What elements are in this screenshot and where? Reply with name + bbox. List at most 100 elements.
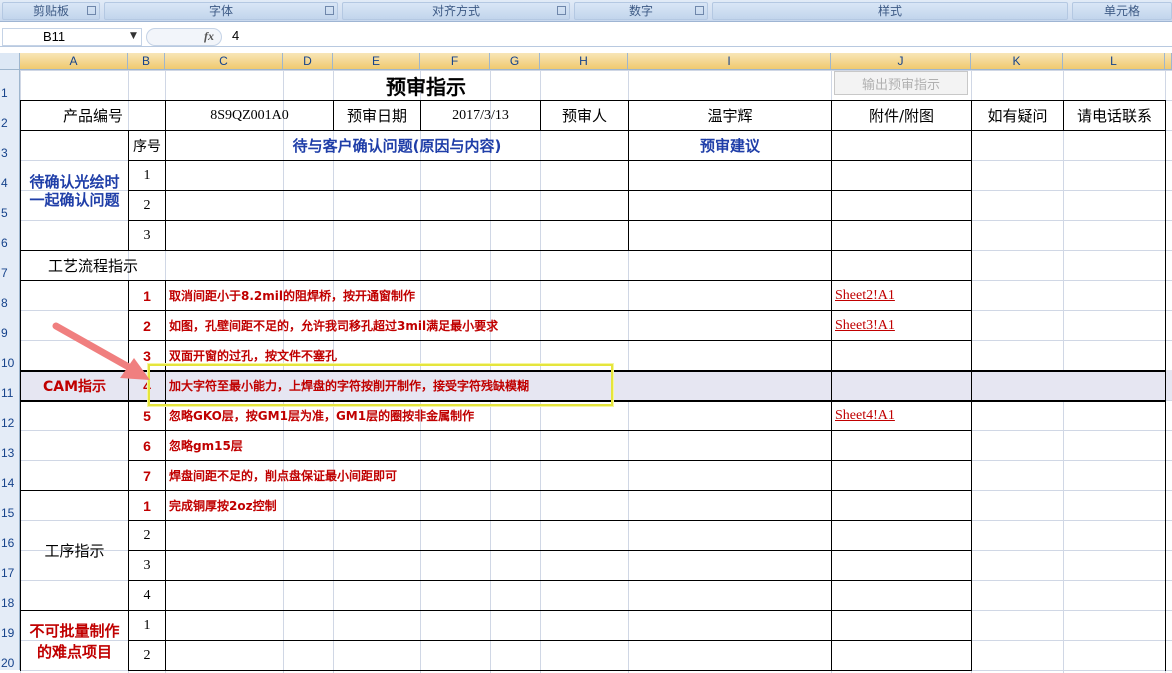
process-item-number[interactable]: 1: [129, 491, 165, 520]
cell-border: [20, 250, 972, 251]
attachment-label[interactable]: 附件/附图: [832, 101, 971, 130]
difficult-row-number[interactable]: 2: [129, 641, 165, 670]
process-flow-label[interactable]: 工艺流程指示: [21, 251, 165, 280]
row-header[interactable]: 14: [0, 460, 20, 490]
row-header[interactable]: 5: [0, 190, 20, 220]
column-header-k[interactable]: K: [971, 53, 1063, 70]
row-header[interactable]: 3: [0, 130, 20, 160]
reviewer-label[interactable]: 预审人: [541, 101, 628, 130]
cell-border: [333, 100, 334, 131]
process-instruction-label[interactable]: 工序指示: [21, 491, 128, 610]
row-header[interactable]: 15: [0, 490, 20, 520]
cell-border: [20, 490, 972, 491]
cell-border: [831, 280, 832, 671]
output-review-button[interactable]: 输出预审指示: [834, 71, 968, 95]
difficult-row-number[interactable]: 1: [129, 611, 165, 640]
attachment-label-text: 附件/附图: [868, 107, 935, 125]
ribbon-group-number[interactable]: 数字: [574, 2, 708, 20]
product-no-label[interactable]: 产品编号: [21, 101, 165, 130]
product-no-value[interactable]: 8S9QZ001A0: [166, 101, 333, 130]
column-header-g[interactable]: G: [490, 53, 540, 70]
name-box[interactable]: B11: [2, 28, 142, 46]
difficult-items-label[interactable]: 不可批量制作的难点项目: [21, 611, 128, 670]
cam-item-text[interactable]: 忽略gm15层: [166, 431, 831, 460]
row-header[interactable]: 7: [0, 250, 20, 280]
row-header[interactable]: 20: [0, 640, 20, 670]
row-header[interactable]: 8: [0, 280, 20, 310]
process-item-number-text: 4: [143, 587, 151, 603]
column-header-f[interactable]: F: [420, 53, 490, 70]
ribbon-group-font[interactable]: 字体: [104, 2, 338, 20]
row-header[interactable]: 17: [0, 550, 20, 580]
cell-border: [971, 100, 972, 131]
column-header-i[interactable]: I: [628, 53, 831, 70]
dialog-launcher-icon[interactable]: [695, 6, 704, 15]
row-header[interactable]: 19: [0, 610, 20, 640]
pending-section-label[interactable]: 待确认光绘时一起确认问题: [21, 131, 128, 250]
cell-border: [128, 190, 972, 191]
dialog-launcher-icon[interactable]: [87, 6, 96, 15]
dialog-launcher-icon[interactable]: [325, 6, 334, 15]
contact-call-cell[interactable]: 请电话联系: [1064, 101, 1165, 130]
process-instruction-label-text: 工序指示: [44, 542, 105, 560]
cam-item-number[interactable]: 7: [129, 461, 165, 490]
cam-item-text[interactable]: 取消间距小于8.2mil的阻焊桥，按开通窗制作: [166, 281, 831, 310]
ribbon-group-styles[interactable]: 样式: [712, 2, 1068, 20]
row-header[interactable]: 12: [0, 400, 20, 430]
row-header[interactable]: 11: [0, 370, 20, 400]
row-header[interactable]: 6: [0, 220, 20, 250]
column-header-j[interactable]: J: [831, 53, 971, 70]
function-icon[interactable]: fx: [204, 28, 214, 44]
cam-item-number[interactable]: 1: [129, 281, 165, 310]
review-date-label[interactable]: 预审日期: [334, 101, 420, 130]
process-item-number[interactable]: 3: [129, 551, 165, 580]
pending-row-number[interactable]: 1: [129, 161, 165, 190]
seq-label[interactable]: 序号: [129, 131, 165, 160]
column-header-h[interactable]: H: [540, 53, 628, 70]
ribbon-group-clipboard[interactable]: 剪贴板: [2, 2, 100, 20]
ribbon-group-alignment[interactable]: 对齐方式: [342, 2, 570, 20]
pending-row-number-text: 2: [143, 197, 151, 213]
review-advice-header-text: 预审建议: [699, 137, 760, 155]
row-header[interactable]: 16: [0, 520, 20, 550]
pending-row-number[interactable]: 2: [129, 191, 165, 220]
row-header[interactable]: 1: [0, 70, 20, 100]
process-item-text-text: 完成铜厚按2oz控制: [169, 499, 277, 513]
column-header-e[interactable]: E: [333, 53, 420, 70]
cam-item-text[interactable]: 如图，孔壁间距不足的，允许我司移孔超过3mil满足最小要求: [166, 311, 831, 340]
contact-call-cell-text: 请电话联系: [1076, 107, 1152, 125]
column-header-l[interactable]: L: [1063, 53, 1165, 70]
column-header-b[interactable]: B: [128, 53, 165, 70]
cam-item-text[interactable]: 焊盘间距不足的，削点盘保证最小间距即可: [166, 461, 831, 490]
formula-input[interactable]: 4: [232, 28, 239, 44]
chevron-down-icon[interactable]: ▼: [130, 28, 137, 44]
pending-issue-header[interactable]: 待与客户确认问题(原因与内容): [166, 131, 628, 160]
cam-item-number[interactable]: 6: [129, 431, 165, 460]
reviewer-value[interactable]: 温宇辉: [629, 101, 831, 130]
hyperlink-cell[interactable]: Sheet3!A1: [832, 311, 971, 340]
review-advice-header[interactable]: 预审建议: [629, 131, 831, 160]
column-header-a[interactable]: A: [20, 53, 128, 70]
row-header[interactable]: 18: [0, 580, 20, 610]
ribbon-group-cells[interactable]: 单元格: [1072, 2, 1172, 20]
row-header[interactable]: 2: [0, 100, 20, 130]
hyperlink-cell[interactable]: Sheet2!A1: [832, 281, 971, 310]
hyperlink-cell[interactable]: Sheet4!A1: [832, 401, 971, 430]
column-header-d[interactable]: D: [283, 53, 333, 70]
process-item-number[interactable]: 4: [129, 581, 165, 610]
column-header-c[interactable]: C: [165, 53, 283, 70]
cell-border: [1063, 100, 1064, 131]
row-header[interactable]: 13: [0, 430, 20, 460]
dialog-launcher-icon[interactable]: [557, 6, 566, 15]
contact-question-cell[interactable]: 如有疑问: [972, 101, 1063, 130]
process-item-number[interactable]: 2: [129, 521, 165, 550]
row-header[interactable]: 10: [0, 340, 20, 370]
row-header[interactable]: 4: [0, 160, 20, 190]
process-item-text[interactable]: 完成铜厚按2oz控制: [166, 491, 831, 520]
pending-row-number[interactable]: 3: [129, 221, 165, 250]
row-header[interactable]: 9: [0, 310, 20, 340]
cell-border: [628, 100, 629, 131]
sheet-title[interactable]: 预审指示: [21, 71, 831, 100]
review-date-value[interactable]: 2017/3/13: [421, 101, 540, 130]
select-all-corner[interactable]: [0, 53, 20, 70]
